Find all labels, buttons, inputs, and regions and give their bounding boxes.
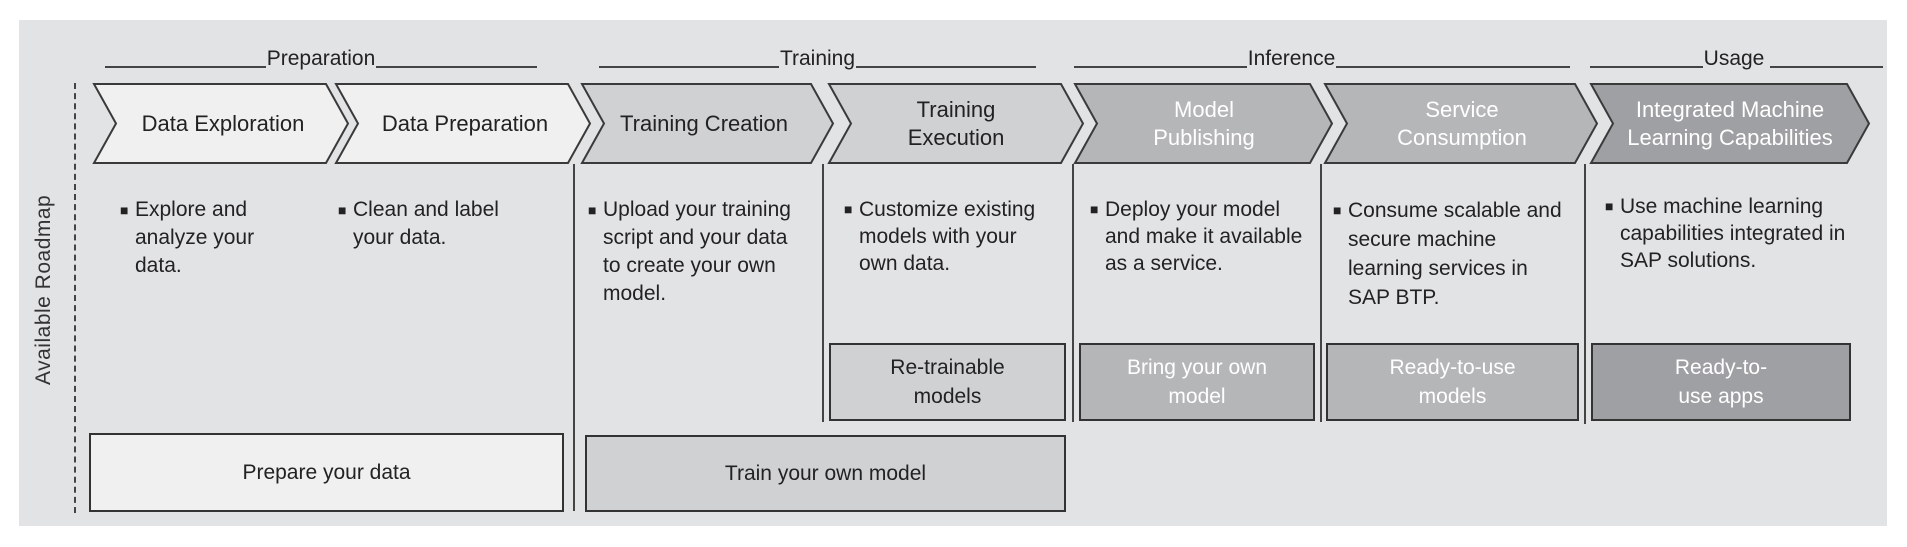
bullet-icon: ■ (120, 202, 129, 218)
step-description: ■ Upload your training script and your da… (588, 198, 791, 305)
offering-prepare-your-data: Prepare your data (89, 433, 564, 512)
bullet-icon: ■ (1090, 201, 1099, 217)
step-label: Training Creation (620, 110, 788, 136)
step-description: ■ Customize existing models with your own… (844, 198, 1036, 275)
step-label: Integrated Machine Learning Capabilities (1627, 96, 1833, 150)
step-label: Training Execution (907, 96, 1005, 150)
column-divider (1072, 164, 1074, 422)
step-description: ■ Explore and analyze your data. (120, 198, 255, 277)
bullet-icon: ■ (588, 202, 597, 218)
step-label: Data Preparation (381, 110, 549, 136)
bullet-icon: ■ (844, 201, 853, 217)
bullet-icon: ■ (1605, 198, 1614, 214)
step-description: ■ Use machine learning capabilities integ… (1605, 195, 1846, 272)
step-description: ■ Clean and label your data. (338, 198, 499, 249)
offering-ready-to-use-apps: Ready-to-use apps (1591, 343, 1851, 421)
column-divider (1584, 164, 1586, 424)
offering-retrainable-models: Re-trainable models (829, 343, 1066, 421)
offering-bring-your-own-model: Bring your own model (1079, 343, 1315, 421)
step-label: Data Exploration (141, 110, 305, 136)
step-label: Model Publishing (1153, 96, 1255, 150)
step-label: Service Consumption (1397, 96, 1527, 150)
column-divider (573, 164, 575, 511)
bullet-icon: ■ (1333, 202, 1342, 218)
offering-train-your-own-model: Train your own model (585, 435, 1066, 512)
column-divider (1320, 164, 1322, 422)
bullet-icon: ■ (338, 202, 347, 218)
offering-ready-to-use-models: Ready-to-use models (1326, 343, 1579, 421)
column-divider (822, 164, 824, 422)
step-description: ■ Deploy your model and make it available… (1090, 198, 1303, 275)
step-description: ■ Consume scalable and secure machine lea… (1333, 196, 1573, 312)
